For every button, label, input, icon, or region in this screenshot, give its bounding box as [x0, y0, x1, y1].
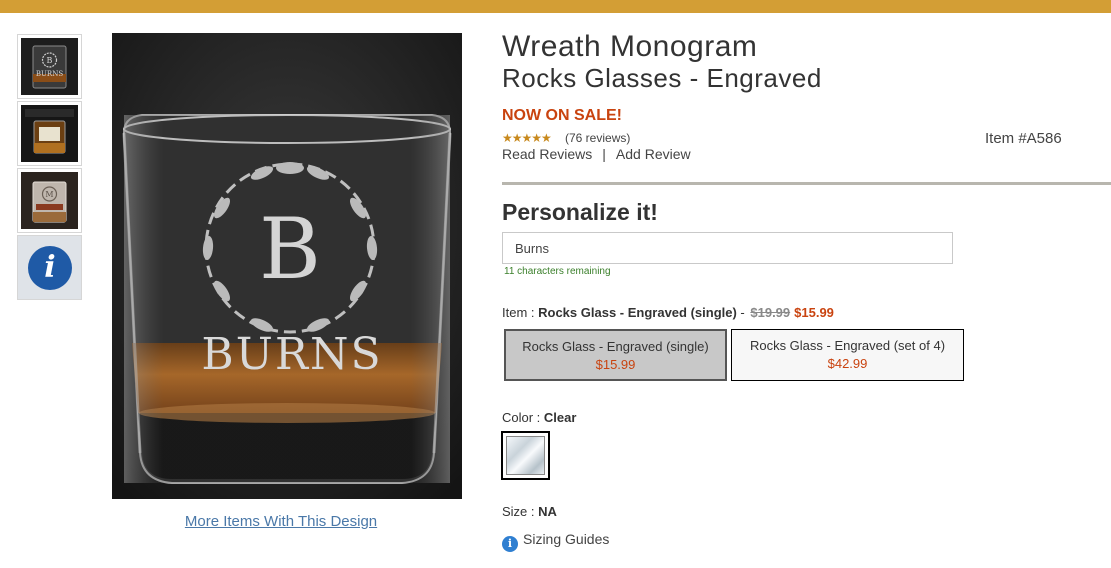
item-number: Item #A586 — [985, 130, 1062, 147]
thumbnail-1[interactable]: B BURNS — [17, 34, 82, 99]
svg-text:B: B — [47, 56, 53, 65]
thumbnail-3[interactable]: M — [17, 168, 82, 233]
clear-swatch-fill — [506, 436, 545, 475]
rocks-glass-photo: B BURNS — [112, 33, 462, 499]
review-count: (76 reviews) — [565, 131, 631, 145]
more-items-link[interactable]: More Items With This Design — [112, 513, 450, 530]
glass-thumbnail-1-icon: B BURNS — [21, 38, 78, 95]
item-sale-price: $15.99 — [794, 305, 834, 320]
option-single[interactable]: Rocks Glass - Engraved (single) $15.99 — [504, 329, 727, 381]
section-divider — [502, 182, 1111, 185]
product-title-line2: Rocks Glasses - Engraved — [502, 63, 822, 93]
option-set-of-4[interactable]: Rocks Glass - Engraved (set of 4) $42.99 — [731, 329, 964, 381]
option-set-of-4-label: Rocks Glass - Engraved (set of 4) — [749, 338, 946, 353]
characters-remaining: 11 characters remaining — [504, 266, 611, 277]
svg-text:BURNS: BURNS — [36, 70, 63, 78]
option-single-price: $15.99 — [595, 357, 636, 372]
thumbnail-2[interactable] — [17, 101, 82, 166]
item-old-price: $19.99 — [750, 305, 791, 320]
sizing-guides-label: Sizing Guides — [523, 531, 610, 547]
size-summary: Size : NA — [502, 504, 557, 519]
item-selected-name: Rocks Glass - Engraved (single) — [538, 305, 737, 320]
option-single-label: Rocks Glass - Engraved (single) — [522, 339, 709, 354]
review-links-separator: | — [602, 146, 606, 162]
main-product-image: B BURNS — [112, 33, 462, 499]
personalization-name-input[interactable] — [502, 232, 953, 264]
color-summary: Color : Clear — [502, 410, 576, 425]
thumbnail-strip: B BURNS M i — [17, 34, 82, 302]
personalize-heading: Personalize it! — [502, 199, 658, 225]
info-icon: i — [502, 536, 518, 552]
sizing-guides-link[interactable]: i Sizing Guides — [502, 531, 609, 552]
size-value: NA — [538, 504, 557, 519]
read-reviews-link[interactable]: Read Reviews — [502, 146, 592, 162]
item-dash: - — [736, 305, 749, 320]
glass-thumbnail-2-icon — [21, 105, 78, 162]
engraved-monogram: B — [259, 200, 321, 298]
option-set-of-4-price: $42.99 — [827, 356, 868, 371]
star-rating-icon: ★★★★★ — [502, 131, 552, 145]
glass-thumbnail-3-icon: M — [21, 172, 78, 229]
product-title-line1: Wreath Monogram — [502, 30, 758, 63]
color-value: Clear — [543, 410, 577, 425]
info-icon: i — [28, 246, 72, 290]
item-label: Item : — [502, 305, 539, 320]
top-accent-bar — [0, 0, 1111, 13]
sale-badge: NOW ON SALE! — [502, 107, 622, 124]
size-label: Size : — [502, 504, 539, 519]
color-swatch-clear[interactable] — [501, 431, 550, 480]
engraved-name: BURNS — [201, 329, 382, 380]
item-selection-summary: Item : Rocks Glass - Engraved (single) -… — [502, 305, 834, 320]
thumbnail-info[interactable]: i — [17, 235, 82, 300]
color-label: Color : — [502, 410, 544, 425]
svg-text:M: M — [45, 190, 53, 199]
review-links: Read Reviews | Add Review — [502, 146, 691, 162]
add-review-link[interactable]: Add Review — [616, 146, 691, 162]
